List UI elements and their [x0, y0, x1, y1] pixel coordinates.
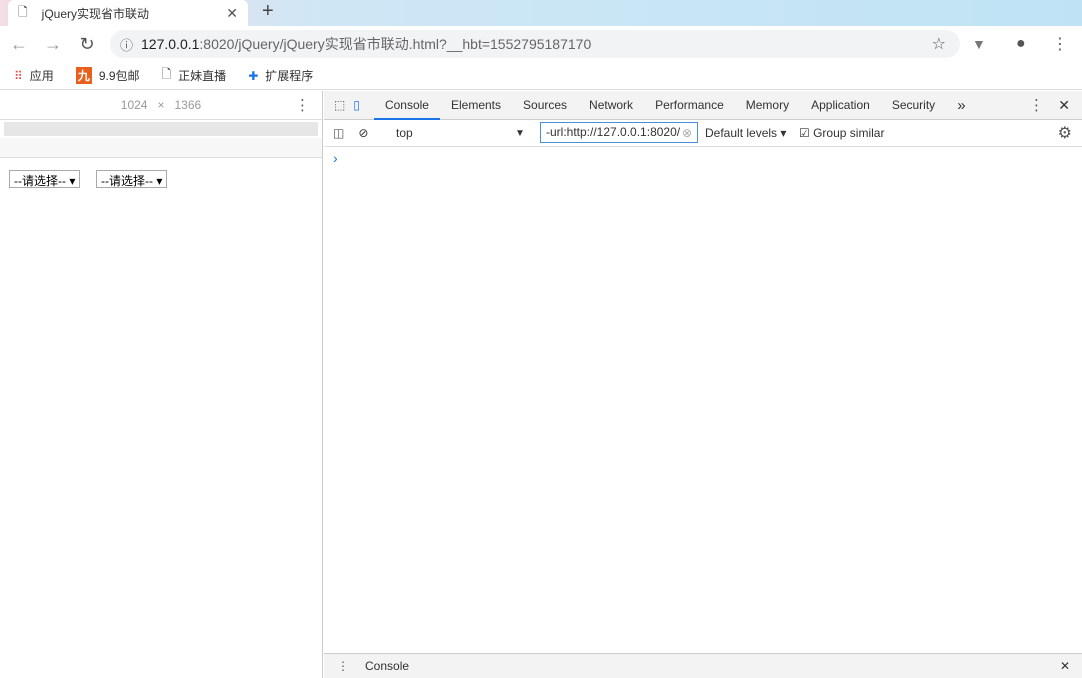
- tab-performance[interactable]: Performance: [644, 91, 735, 120]
- puzzle-icon: ✚: [248, 68, 259, 83]
- close-devtools-icon[interactable]: ✕: [1058, 97, 1070, 114]
- page-icon: 🗋: [161, 67, 172, 81]
- context-dropdown-icon[interactable]: ▼: [515, 128, 525, 139]
- devtools: ⬚ ▯ Console Elements Sources Network Per…: [324, 91, 1082, 678]
- clear-filter-icon[interactable]: ⊗: [682, 126, 692, 140]
- close-tab-icon[interactable]: ✕: [226, 5, 238, 22]
- tab-security[interactable]: Security: [881, 91, 946, 120]
- tab-sources[interactable]: Sources: [512, 91, 578, 120]
- tab-console[interactable]: Console: [373, 91, 440, 120]
- device-viewport: 1024 × 1366 ⋮ --请选择-- ▾ --请选择-- ▾: [0, 91, 323, 678]
- apps-icon: ⠿: [14, 68, 23, 83]
- ruler: [0, 138, 322, 158]
- address-bar[interactable]: ⓘ 127.0.0.1:8020/jQuery/jQuery实现省市联动.htm…: [110, 30, 960, 58]
- new-tab-button[interactable]: +: [262, 0, 274, 23]
- settings-icon[interactable]: ⚙: [1058, 123, 1072, 143]
- device-dimensions: 1024 × 1366 ⋮: [0, 91, 322, 120]
- devtools-menu-icon[interactable]: ⋮: [1029, 96, 1044, 114]
- tab-memory[interactable]: Memory: [735, 91, 800, 120]
- inspect-icon[interactable]: ⬚: [334, 98, 345, 112]
- menu-icon[interactable]: ⋮: [1052, 34, 1068, 54]
- back-icon[interactable]: ←: [4, 34, 34, 55]
- tab-elements[interactable]: Elements: [440, 91, 512, 120]
- sidebar-toggle-icon[interactable]: ◫: [333, 126, 344, 140]
- bookmark-extensions[interactable]: ✚ 扩展程序: [248, 67, 313, 84]
- star-icon[interactable]: ☆: [932, 34, 946, 54]
- close-drawer-icon[interactable]: ✕: [1060, 659, 1070, 673]
- bookmark-apps[interactable]: ⠿ 应用: [14, 67, 54, 84]
- console-prompt[interactable]: ›: [324, 147, 1082, 169]
- profile-icon[interactable]: ●: [1016, 35, 1026, 53]
- browser-tab[interactable]: 🗋 jQuery实现省市联动 ✕: [8, 0, 248, 26]
- devtools-tabs: ⬚ ▯ Console Elements Sources Network Per…: [324, 91, 1082, 120]
- page-icon: 🗋: [18, 4, 28, 19]
- extension-icon[interactable]: ▼: [972, 36, 986, 52]
- city-select[interactable]: --请选择-- ▾: [96, 170, 168, 188]
- bookmarks-bar: ⠿ 应用 九 9.9包邮 🗋 正妹直播 ✚ 扩展程序: [0, 62, 1082, 90]
- filter-input[interactable]: -url:http://127.0.0.1:8020/: [540, 122, 698, 143]
- info-icon: ⓘ: [120, 37, 134, 53]
- device-toggle-icon[interactable]: ▯: [353, 98, 360, 112]
- toolbar: ← → ↻ ⓘ 127.0.0.1:8020/jQuery/jQuery实现省市…: [0, 26, 1082, 62]
- forward-icon[interactable]: →: [38, 34, 68, 55]
- tab-network[interactable]: Network: [578, 91, 644, 120]
- more-tabs-icon[interactable]: »: [946, 91, 976, 120]
- tab-strip: 🗋 jQuery实现省市联动 ✕ +: [0, 0, 1082, 26]
- drawer: ⋮ Console ✕: [324, 653, 1082, 678]
- tab-application[interactable]: Application: [800, 91, 881, 120]
- drawer-tab-console[interactable]: Console: [365, 659, 409, 673]
- console-toolbar: ◫ ⊘ top ▼ -url:http://127.0.0.1:8020/ ⊗ …: [324, 120, 1082, 147]
- bookmark-99[interactable]: 九 9.9包邮: [75, 67, 140, 84]
- province-select[interactable]: --请选择-- ▾: [9, 170, 81, 188]
- media-query-bar[interactable]: [4, 122, 318, 136]
- jiu-icon: 九: [75, 67, 92, 84]
- reload-icon[interactable]: ↻: [72, 34, 102, 55]
- levels-select[interactable]: Default levels ▾: [705, 126, 786, 140]
- group-similar-checkbox[interactable]: ☑ Group similar: [799, 126, 884, 140]
- more-icon[interactable]: ⋮: [295, 96, 310, 114]
- drawer-menu-icon[interactable]: ⋮: [337, 659, 349, 673]
- context-select[interactable]: top: [396, 126, 413, 140]
- bookmark-live[interactable]: 🗋 正妹直播: [162, 65, 227, 86]
- clear-console-icon[interactable]: ⊘: [358, 126, 368, 140]
